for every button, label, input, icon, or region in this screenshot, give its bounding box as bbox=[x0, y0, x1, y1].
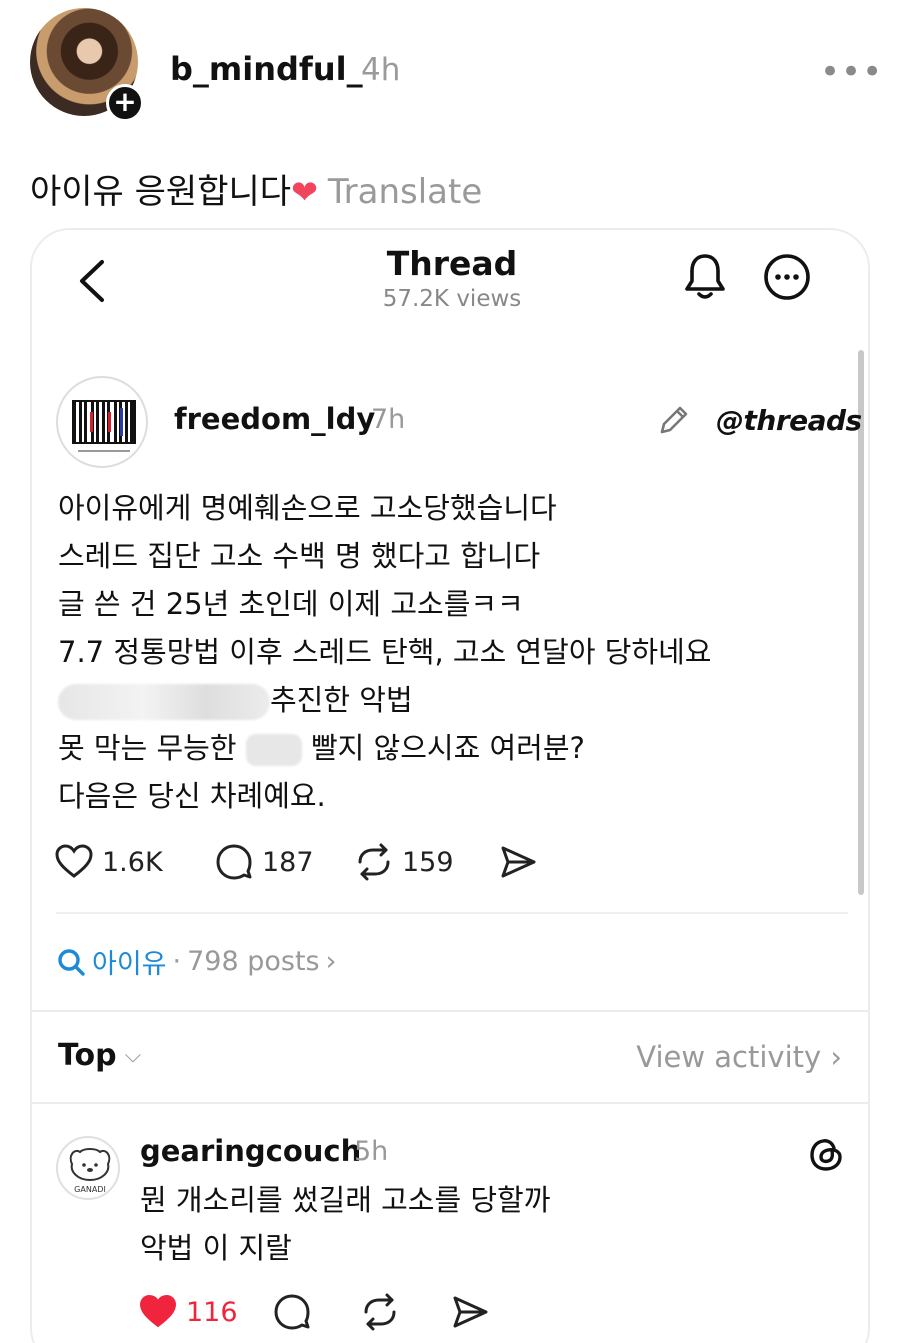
reply-comment-button[interactable] bbox=[272, 1290, 312, 1334]
reply-body: 뭔 개소리를 썼길래 고소를 당할까 악법 이 지랄 bbox=[140, 1176, 550, 1272]
threads-logo: @threads bbox=[716, 404, 862, 437]
repost-button[interactable]: 159 bbox=[354, 840, 454, 884]
sort-label: Top bbox=[58, 1038, 117, 1073]
poster-timestamp: 7h bbox=[371, 404, 406, 435]
comment-icon bbox=[274, 1294, 310, 1330]
reply-line: 악법 이 지랄 bbox=[140, 1231, 292, 1265]
divider bbox=[56, 912, 848, 914]
section-divider bbox=[32, 1010, 868, 1012]
post-line: 못 막는 무능한 빨지 않으시죠 여러분? bbox=[58, 724, 838, 772]
poster-avatar[interactable] bbox=[56, 376, 148, 468]
outer-timestamp: 4h bbox=[361, 52, 401, 88]
reply-timestamp: 5h bbox=[354, 1136, 389, 1167]
topic-post-count: 798 posts bbox=[187, 946, 320, 977]
post-body: 아이유에게 명예훼손으로 고소당했습니다 스레드 집단 고소 수백 명 했다고 … bbox=[58, 484, 838, 820]
send-icon bbox=[453, 1296, 488, 1328]
send-icon bbox=[501, 846, 536, 878]
sort-dropdown[interactable]: Top ⌵ bbox=[58, 1038, 141, 1073]
reply-username[interactable]: gearingcouch bbox=[140, 1134, 361, 1168]
censor-blur bbox=[58, 684, 270, 720]
embedded-thread-screenshot: Thread 57.2K views freedom_ldy 7h @threa… bbox=[30, 228, 870, 1343]
reply-avatar[interactable]: GANADI bbox=[56, 1136, 120, 1200]
chevron-right-icon: › bbox=[325, 946, 337, 977]
follow-plus-icon[interactable]: + bbox=[106, 84, 144, 122]
comment-icon bbox=[216, 844, 252, 880]
threads-wordmark: threads bbox=[743, 404, 863, 437]
pencil-edit-icon[interactable] bbox=[656, 402, 692, 438]
views-count: 57.2K views bbox=[382, 286, 522, 312]
page-title: Thread bbox=[386, 244, 518, 283]
reply-count: 187 bbox=[262, 846, 314, 878]
section-divider bbox=[32, 1102, 868, 1104]
post-line-fragment: 추진한 악법 bbox=[270, 683, 413, 717]
avatar-text: GANADI bbox=[74, 1185, 106, 1194]
reply-repost-button[interactable] bbox=[360, 1290, 400, 1334]
post-line: 다음은 당신 차례예요. bbox=[58, 779, 326, 813]
outer-username[interactable]: b_mindful_ bbox=[170, 50, 363, 88]
poster-username[interactable]: freedom_ldy bbox=[174, 402, 375, 436]
post-line-fragment: 못 막는 무능한 bbox=[58, 731, 237, 765]
heart-emoji-icon: ❤ bbox=[291, 173, 318, 211]
heart-filled-icon bbox=[139, 1294, 177, 1328]
repost-icon bbox=[364, 1293, 396, 1331]
more-options-icon[interactable]: ••• bbox=[820, 52, 883, 92]
post-line: 스레드 집단 고소 수백 명 했다고 합니다 bbox=[58, 539, 541, 573]
more-circle-icon[interactable] bbox=[762, 252, 812, 302]
like-count: 1.6K bbox=[102, 846, 163, 878]
repost-icon bbox=[358, 843, 390, 881]
post-line-fragment: 빨지 않으시죠 여러분? bbox=[310, 731, 585, 765]
repost-count: 159 bbox=[402, 846, 454, 878]
barcode-logo-icon bbox=[72, 400, 136, 452]
topic-tag[interactable]: 아이유 · 798 posts › bbox=[56, 942, 336, 981]
bell-icon[interactable] bbox=[682, 250, 728, 302]
heart-icon bbox=[55, 844, 93, 878]
topic-separator: · bbox=[172, 946, 182, 977]
outer-caption: 아이유 응원합니다❤ Translate bbox=[30, 164, 482, 213]
puppy-avatar-icon: GANADI bbox=[69, 1148, 111, 1194]
reply-like-count: 116 bbox=[186, 1296, 238, 1328]
threads-logo-icon[interactable] bbox=[806, 1134, 846, 1174]
reply-line: 뭔 개소리를 썼길래 고소를 당할까 bbox=[140, 1183, 551, 1217]
reply-like-button[interactable]: 116 bbox=[138, 1290, 238, 1334]
topic-name[interactable]: 아이유 bbox=[92, 942, 167, 981]
search-icon bbox=[58, 948, 85, 976]
share-button[interactable] bbox=[498, 840, 538, 884]
threads-at-icon: @ bbox=[716, 404, 744, 437]
like-button[interactable]: 1.6K bbox=[54, 840, 163, 884]
chevron-down-icon: ⌵ bbox=[124, 1043, 142, 1068]
reply-share-button[interactable] bbox=[450, 1290, 490, 1334]
post-line: 글 쓴 건 25년 초인데 이제 고소를ㅋㅋ bbox=[58, 587, 524, 621]
post-line: 추진한 악법 bbox=[58, 676, 838, 724]
reply-button[interactable]: 187 bbox=[214, 840, 314, 884]
outer-avatar-wrap[interactable]: + bbox=[30, 8, 144, 122]
post-line: 7.7 정통망법 이후 스레드 탄핵, 고소 연달아 당하네요 bbox=[58, 635, 712, 669]
censor-blur bbox=[245, 734, 302, 766]
translate-link[interactable]: Translate bbox=[328, 172, 482, 212]
post-line: 아이유에게 명예훼손으로 고소당했습니다 bbox=[58, 491, 557, 525]
view-activity-link[interactable]: View activity › bbox=[636, 1040, 842, 1074]
caption-text: 아이유 응원합니다 bbox=[30, 172, 292, 212]
